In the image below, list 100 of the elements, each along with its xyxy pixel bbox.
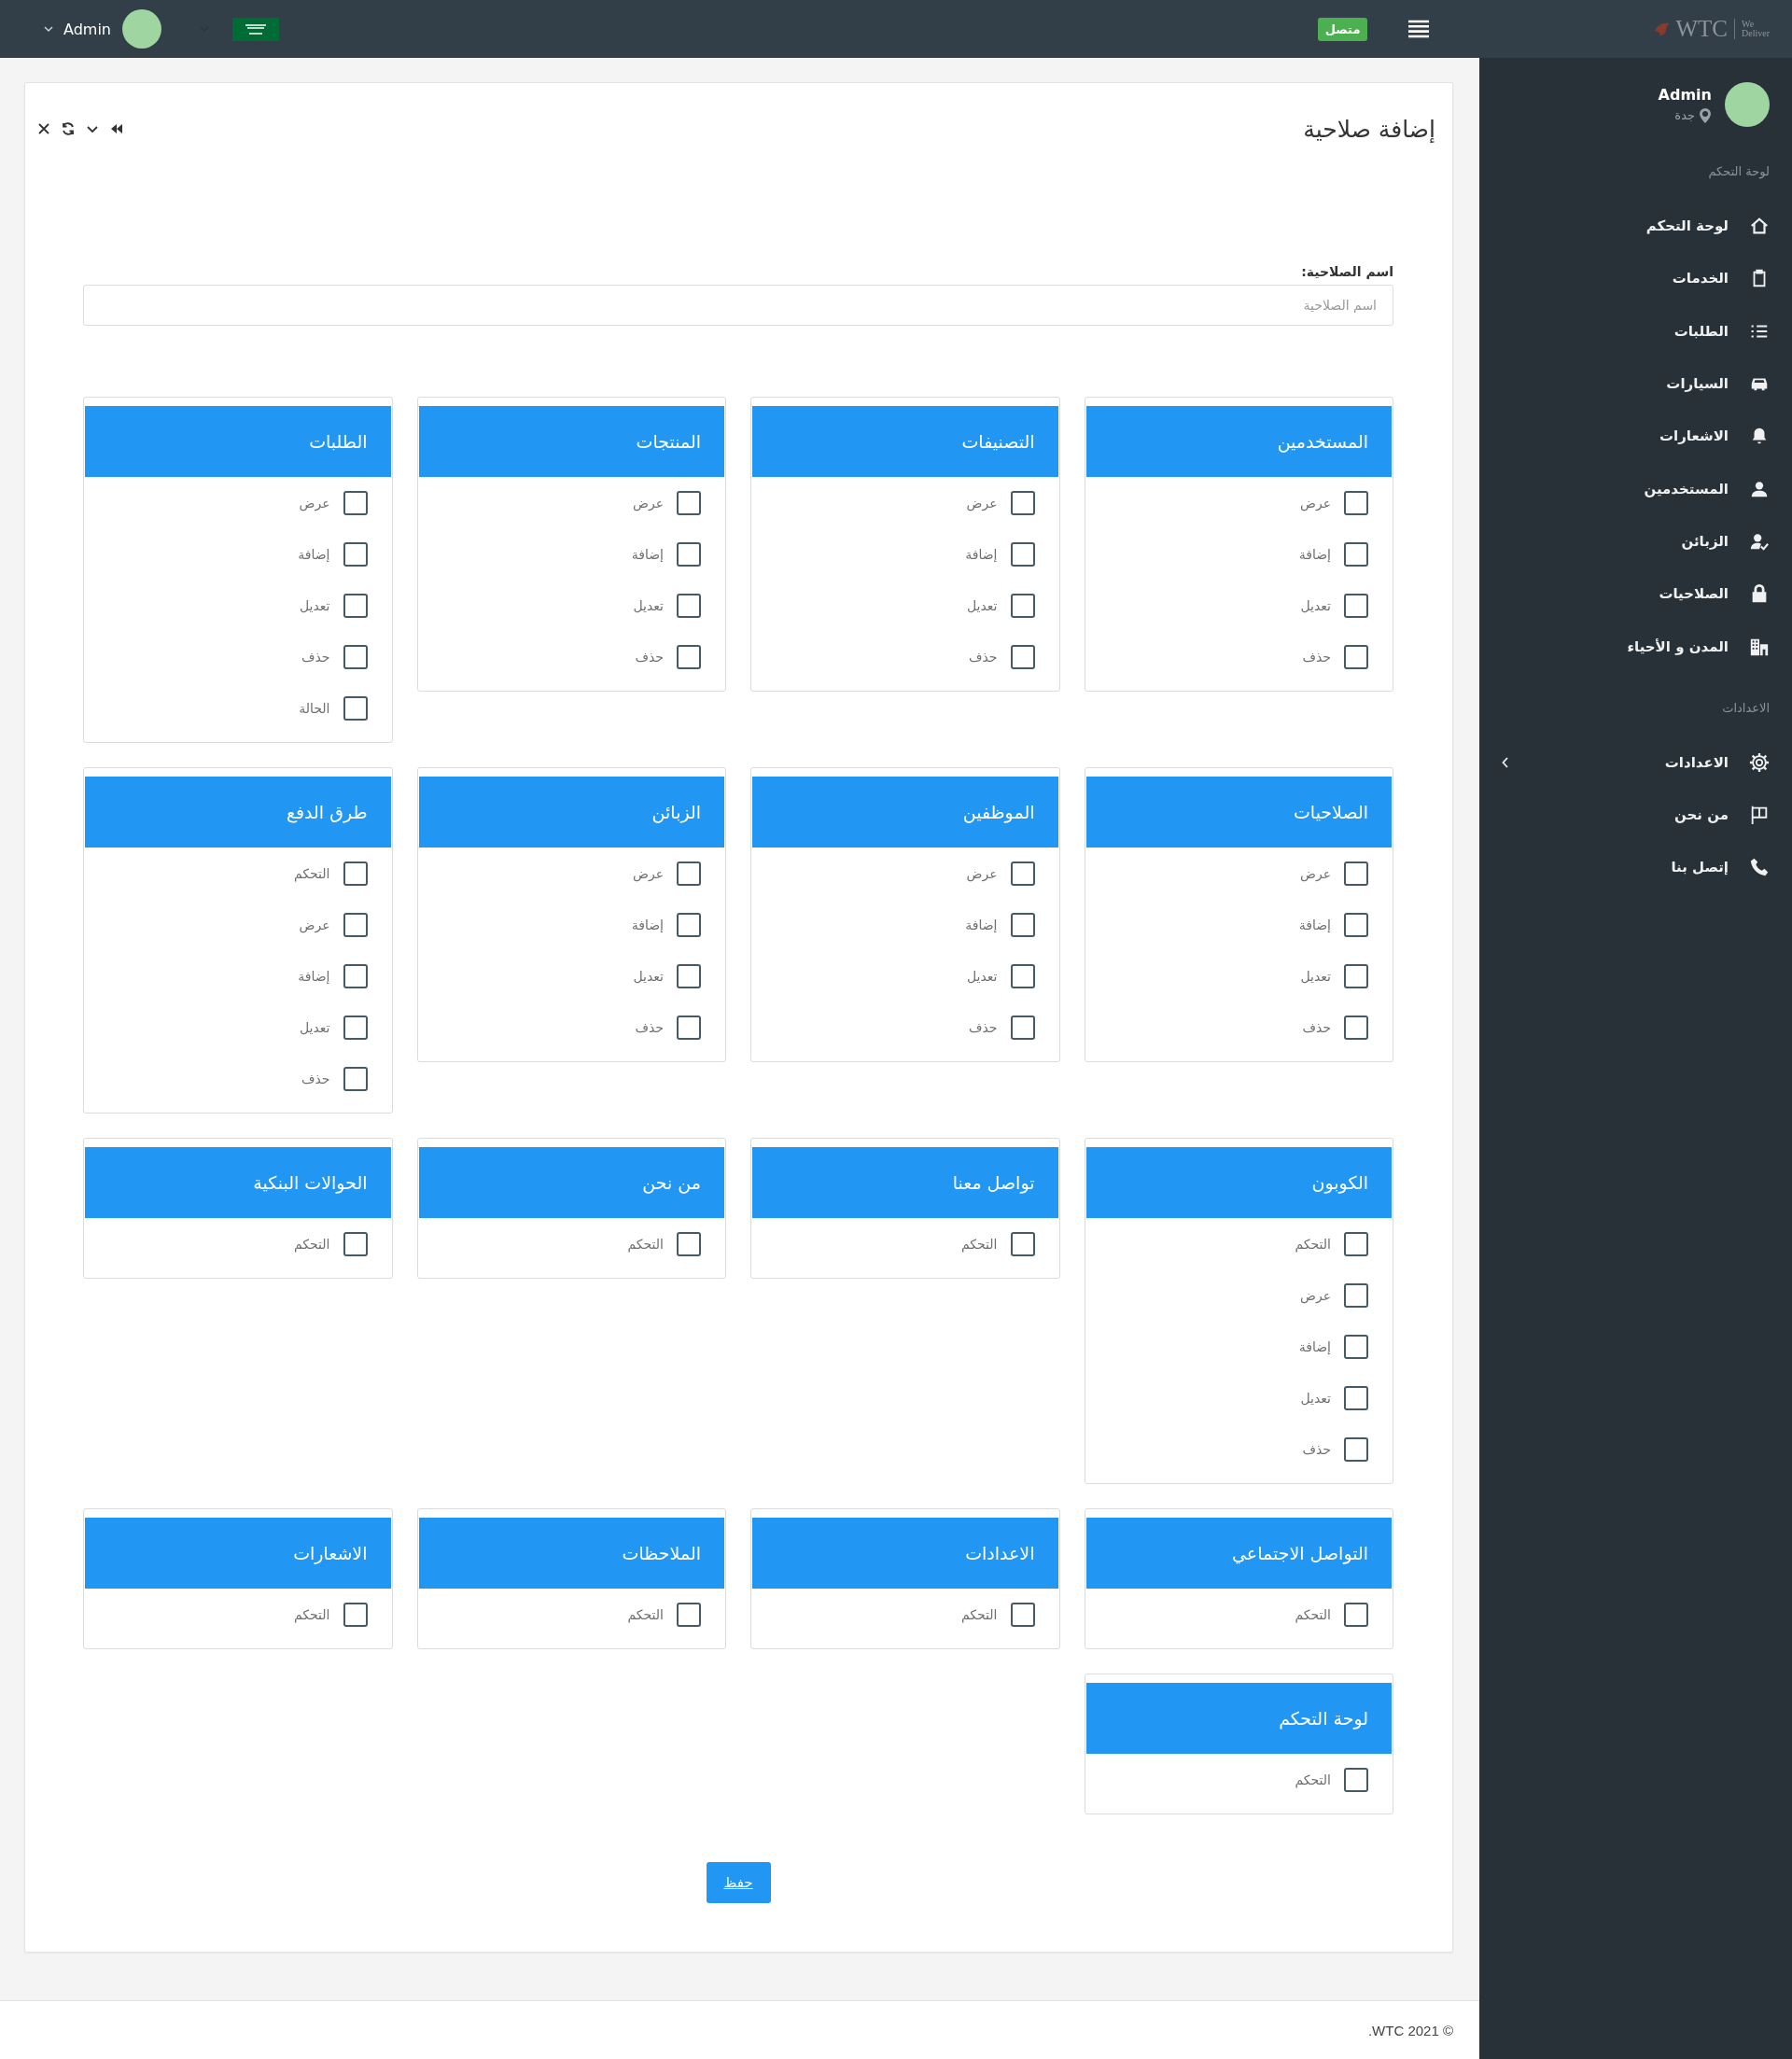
checkbox[interactable] [677,541,701,567]
checkbox-label: التحكم [1295,1772,1331,1787]
checkbox[interactable] [343,912,368,937]
refresh-icon[interactable] [61,121,76,136]
checkbox[interactable] [1010,1231,1035,1256]
chevron-down-icon[interactable] [43,23,54,35]
sidebar-item[interactable]: لوحة التحكم [1502,200,1770,253]
checkbox[interactable] [677,1231,701,1256]
checkbox[interactable] [677,490,701,515]
checkbox-label: حذف [969,1019,998,1035]
checkbox[interactable] [677,861,701,886]
card-header: طرق الدفع [85,777,391,847]
sidebar-item[interactable]: الاعدادات [1502,735,1770,789]
card-header: الاشعارات [85,1518,391,1589]
checkbox-label: التحكم [961,1236,998,1252]
checkbox[interactable] [343,861,368,886]
sidebar-item[interactable]: السيارات [1502,357,1770,411]
avatar[interactable] [122,9,161,49]
checkbox[interactable] [1344,1767,1368,1792]
checkbox-label: تعديل [967,597,998,613]
checkbox-label: التحكم [294,865,330,881]
checkbox-label: التحكم [294,1236,330,1252]
checkbox[interactable] [1344,1334,1368,1359]
copyright-text: .WTC 2021 © [1367,2022,1453,2038]
checkbox-label: إضافة [298,968,330,984]
checkbox[interactable] [1010,541,1035,567]
checkbox[interactable] [1010,963,1035,988]
checkbox[interactable] [1010,1015,1035,1040]
checkbox[interactable] [343,593,368,618]
checkbox[interactable] [677,912,701,937]
checkbox[interactable] [1344,1231,1368,1256]
checkbox-label: تعديل [1300,597,1331,613]
checkbox[interactable] [1344,912,1368,937]
checkbox-label: التحكم [1295,1236,1331,1252]
card-header: الصلاحيات [1085,777,1392,847]
checkbox-label: حذف [969,649,998,665]
card-header: الزبائن [418,777,724,847]
checkbox[interactable] [1010,1602,1035,1627]
checkbox[interactable] [1010,490,1035,515]
checkbox-label: حذف [1302,1019,1331,1035]
rewind-icon[interactable] [109,121,124,136]
checkbox[interactable] [1344,1436,1368,1462]
checkbox[interactable] [1344,593,1368,618]
checkbox-label: تعديل [300,1019,330,1035]
checkbox[interactable] [343,1066,368,1091]
menu-icon[interactable] [1408,20,1430,38]
checkbox-label: عرض [299,495,330,511]
checkbox-label: تعديل [1300,968,1331,984]
sidebar-item[interactable]: المستخدمين [1502,462,1770,515]
checkbox[interactable] [1344,490,1368,515]
sidebar-item[interactable]: الخدمات [1502,252,1770,305]
close-icon[interactable] [36,121,51,136]
checkbox[interactable] [343,695,368,721]
checkbox-label: تعديل [633,968,664,984]
sidebar-item[interactable]: الزبائن [1502,514,1770,568]
checkbox[interactable] [1010,593,1035,618]
user-name[interactable]: Admin [63,20,111,38]
sidebar-item[interactable]: المدن و الأحياء [1502,620,1770,673]
phone-icon [1749,857,1770,878]
checkbox[interactable] [1344,644,1368,669]
checkbox[interactable] [677,644,701,669]
checkbox[interactable] [343,1231,368,1256]
checkbox[interactable] [1344,963,1368,988]
checkbox[interactable] [1344,541,1368,567]
checkbox[interactable] [1344,1015,1368,1040]
card-header: الحوالات البنكية [85,1147,391,1218]
checkbox[interactable] [1344,1282,1368,1308]
checkbox[interactable] [677,1602,701,1627]
checkbox[interactable] [1344,861,1368,886]
sidebar-item[interactable]: الطلبات [1502,304,1770,357]
checkbox-label: التحكم [961,1606,998,1622]
section-heading: الاعدادات [1721,699,1770,717]
checkbox-label: التحكم [627,1236,664,1252]
checkbox-label: حذف [635,649,664,665]
checkbox[interactable] [1344,1385,1368,1410]
flag-icon[interactable] [232,17,279,41]
sidebar-item[interactable]: الصلاحيات [1502,567,1770,621]
checkbox[interactable] [343,644,368,669]
checkbox[interactable] [1344,1602,1368,1627]
checkbox[interactable] [343,490,368,515]
checkbox[interactable] [343,963,368,988]
input-field[interactable]: اسم الصلاحية [83,285,1393,326]
checkbox[interactable] [677,963,701,988]
sidebar-item[interactable]: الاشعارات [1502,410,1770,463]
checkbox[interactable] [343,1602,368,1627]
checkbox[interactable] [1010,644,1035,669]
card-header: المستخدمين [1085,406,1392,477]
checkbox-label: تعديل [633,597,664,613]
checkbox[interactable] [343,1015,368,1040]
avatar [1725,82,1770,127]
flag-icon [1749,805,1770,826]
checkbox[interactable] [677,593,701,618]
sidebar-item[interactable]: من نحن [1502,788,1770,842]
checkbox-label: عرض [633,495,664,511]
checkbox[interactable] [1010,912,1035,937]
checkbox[interactable] [1010,861,1035,886]
sidebar-item[interactable]: إتصل بنا [1502,841,1770,894]
checkbox[interactable] [677,1015,701,1040]
checkbox[interactable] [343,541,368,567]
checkbox-label: عرض [1300,865,1331,881]
